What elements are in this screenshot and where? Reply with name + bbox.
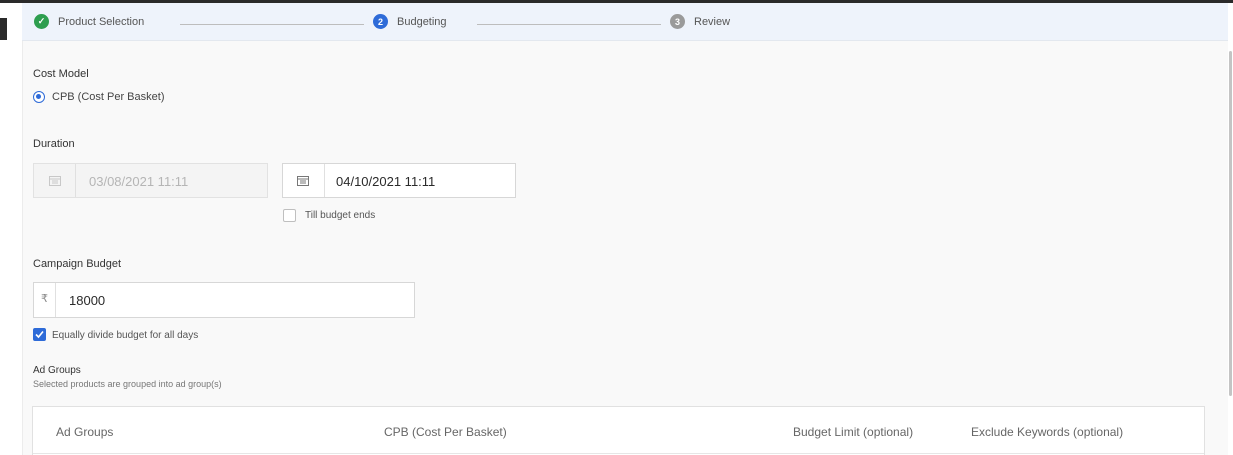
step-connector — [180, 24, 364, 25]
step-number-icon: 2 — [373, 14, 388, 29]
cpb-radio-label[interactable]: CPB (Cost Per Basket) — [52, 91, 164, 103]
end-date-value[interactable]: 04/10/2021 11:11 — [336, 174, 435, 189]
progress-stepper: ✓ Product Selection 2 Budgeting 3 Review — [22, 3, 1228, 41]
column-header-exclude-keywords: Exclude Keywords (optional) — [971, 425, 1124, 439]
till-budget-ends-label[interactable]: Till budget ends — [305, 210, 375, 221]
left-edge-mark — [0, 18, 7, 40]
start-date-value: 03/08/2021 11:11 — [89, 174, 189, 189]
rupee-icon: ₹ — [41, 293, 48, 305]
step-label: Review — [694, 15, 731, 28]
column-header-cpb: CPB (Cost Per Basket) — [384, 425, 507, 439]
campaign-budget-input[interactable]: ₹ 18000 — [33, 282, 415, 318]
equally-divide-checkbox[interactable] — [33, 328, 46, 341]
cost-model-label: Cost Model — [33, 68, 89, 80]
end-date-field[interactable]: 04/10/2021 11:11 — [282, 163, 516, 198]
campaign-budget-value[interactable]: 18000 — [69, 293, 105, 308]
ad-groups-description: Selected products are grouped into ad gr… — [33, 379, 222, 389]
field-divider — [324, 164, 325, 197]
field-divider — [55, 283, 56, 317]
ad-groups-label: Ad Groups — [33, 365, 81, 376]
column-header-budget-limit: Budget Limit (optional) — [793, 425, 914, 439]
till-budget-ends-checkbox[interactable] — [283, 209, 296, 222]
step-budgeting[interactable]: 2 Budgeting — [373, 14, 447, 29]
field-divider — [75, 164, 76, 197]
equally-divide-label[interactable]: Equally divide budget for all days — [52, 330, 198, 341]
check-icon: ✓ — [34, 14, 49, 29]
ad-groups-table: Ad Groups CPB (Cost Per Basket) Budget L… — [32, 406, 1205, 455]
campaign-budget-label: Campaign Budget — [33, 258, 122, 270]
calendar-icon[interactable] — [297, 175, 309, 186]
scrollbar[interactable] — [1228, 41, 1233, 455]
cpb-radio[interactable] — [33, 91, 45, 103]
table-header-divider — [33, 453, 1204, 454]
step-connector — [477, 24, 661, 25]
scrollbar-thumb[interactable] — [1229, 51, 1232, 396]
start-date-field: 03/08/2021 11:11 — [33, 163, 268, 198]
duration-label: Duration — [33, 138, 75, 150]
step-number-icon: 3 — [670, 14, 685, 29]
step-label: Budgeting — [397, 15, 447, 28]
step-label: Product Selection — [58, 15, 145, 28]
step-product-selection[interactable]: ✓ Product Selection — [34, 14, 144, 29]
calendar-icon — [49, 176, 61, 186]
column-header-ad-groups: Ad Groups — [56, 425, 114, 439]
budgeting-panel — [22, 41, 1229, 455]
step-review[interactable]: 3 Review — [670, 14, 730, 29]
checkmark-icon — [35, 330, 44, 339]
